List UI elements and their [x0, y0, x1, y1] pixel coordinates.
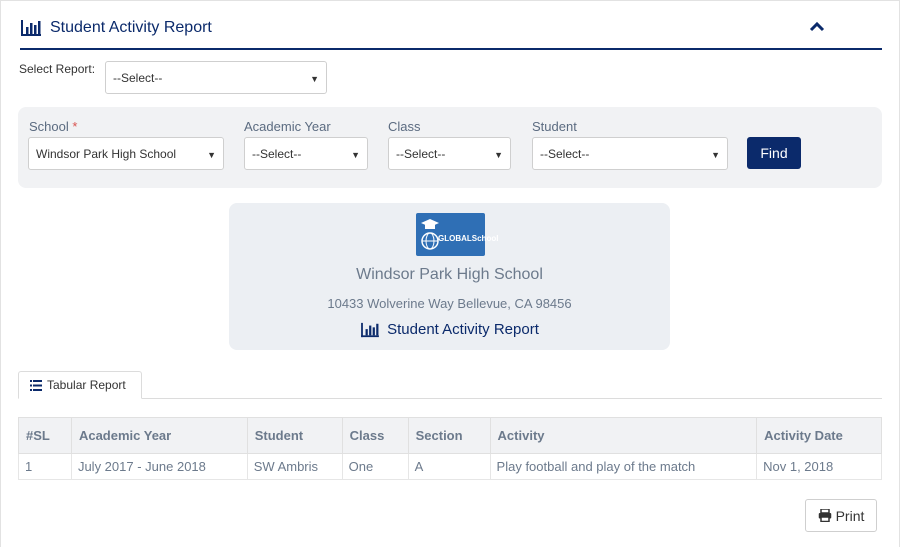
caret-down-icon: ▼	[494, 149, 503, 160]
bar-chart-icon	[21, 20, 41, 36]
caret-down-icon: ▼	[351, 149, 360, 160]
find-button[interactable]: Find	[747, 137, 801, 169]
column-header: Activity Date	[756, 417, 882, 454]
table-header-row: #SL Academic Year Student Class Section …	[18, 417, 882, 454]
report-title-text: Student Activity Report	[387, 321, 539, 338]
graduation-cap-icon	[421, 219, 439, 250]
tab-label: Tabular Report	[47, 378, 126, 392]
school-address: 10433 Wolverine Way Bellevue, CA 98456	[327, 296, 572, 311]
table-cell: SW Ambris	[246, 453, 343, 480]
column-header: Academic Year	[70, 417, 248, 454]
caret-down-icon: ▼	[310, 73, 319, 84]
academic-year-value: --Select--	[252, 146, 302, 161]
report-table: #SL Academic Year Student Class Section …	[18, 417, 882, 480]
table-cell: One	[341, 453, 409, 480]
select-report-value: --Select--	[113, 70, 163, 85]
table-cell: Play football and play of the match	[489, 453, 758, 480]
school-info-card: GLOBALSchool Windsor Park High School 10…	[229, 203, 670, 350]
class-select-value: --Select--	[396, 146, 446, 161]
required-mark: *	[72, 119, 78, 134]
academic-year-select[interactable]: --Select-- ▼	[244, 137, 368, 170]
panel-header: Student Activity Report	[20, 14, 882, 50]
student-label: Student	[532, 119, 577, 134]
table-row: 1 July 2017 - June 2018 SW Ambris One A …	[18, 453, 882, 480]
caret-down-icon: ▼	[711, 149, 720, 160]
select-report-label: Select Report:	[19, 62, 96, 76]
table-cell: Nov 1, 2018	[756, 453, 882, 480]
column-header: Section	[407, 417, 491, 454]
print-icon	[818, 509, 831, 522]
list-icon	[30, 379, 42, 391]
class-select[interactable]: --Select-- ▼	[388, 137, 511, 170]
select-report-dropdown[interactable]: --Select-- ▼	[105, 61, 327, 94]
print-button[interactable]: Print	[805, 499, 877, 532]
bar-chart-icon	[361, 322, 380, 337]
chevron-up-icon[interactable]	[808, 18, 826, 36]
school-name: Windsor Park High School	[356, 266, 543, 283]
table-cell: July 2017 - June 2018	[70, 453, 248, 480]
column-header: Activity	[489, 417, 758, 454]
class-label: Class	[388, 119, 421, 134]
school-select-value: Windsor Park High School	[36, 146, 177, 161]
column-header: Class	[341, 417, 409, 454]
caret-down-icon: ▼	[207, 149, 216, 160]
student-select-value: --Select--	[540, 146, 590, 161]
school-select[interactable]: Windsor Park High School ▼	[28, 137, 224, 170]
table-cell: A	[407, 453, 491, 480]
column-header: Student	[246, 417, 343, 454]
report-title: Student Activity Report	[229, 321, 670, 338]
table-cell: 1	[18, 453, 72, 480]
school-label: School *	[29, 119, 77, 134]
page-title-text: Student Activity Report	[50, 19, 212, 36]
logo-text: GLOBALSchool	[438, 234, 499, 243]
tab-tabular-report[interactable]: Tabular Report	[18, 371, 142, 399]
tabs-divider	[18, 398, 882, 399]
school-label-text: School	[29, 119, 69, 134]
school-logo: GLOBALSchool	[416, 213, 498, 256]
column-header: #SL	[18, 417, 72, 454]
student-select[interactable]: --Select-- ▼	[532, 137, 728, 170]
academic-year-label: Academic Year	[244, 119, 331, 134]
print-label: Print	[835, 507, 865, 524]
page-title: Student Activity Report	[20, 19, 212, 37]
